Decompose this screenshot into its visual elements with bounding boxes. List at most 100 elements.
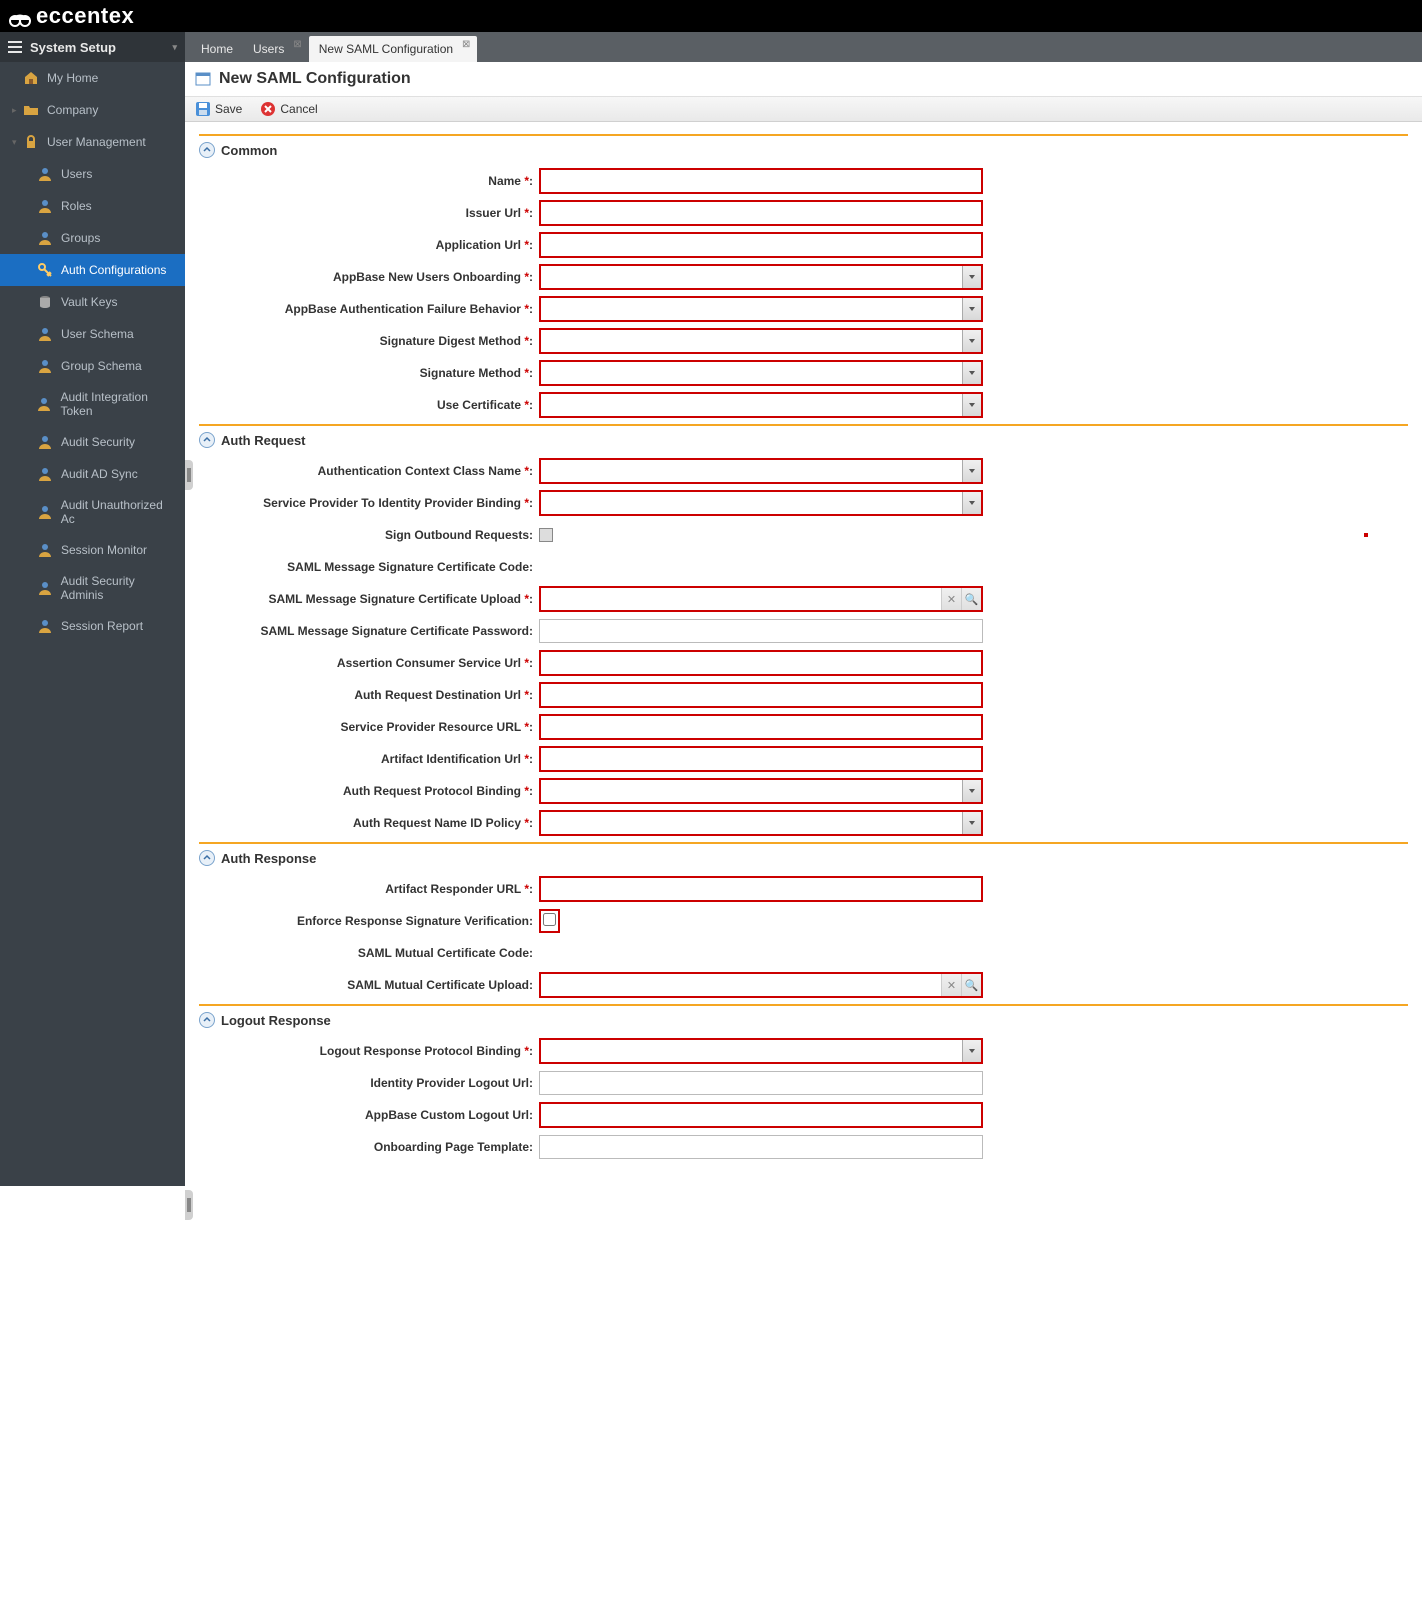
chevron-down-icon	[962, 492, 981, 514]
splitter-handle[interactable]	[185, 1190, 193, 1220]
cancel-button[interactable]: Cancel	[256, 99, 321, 119]
sidebar-item-session-monitor[interactable]: Session Monitor	[0, 534, 185, 566]
form-label: Issuer Url *:	[199, 206, 539, 220]
select-input[interactable]	[541, 298, 962, 320]
sidebar-item-groups[interactable]: Groups	[0, 222, 185, 254]
form-label: Service Provider Resource URL *:	[199, 720, 539, 734]
tree-toggle-icon: ▸	[12, 105, 20, 116]
form-label: Artifact Responder URL *:	[199, 882, 539, 896]
sidebar-item-label: Audit Integration Token	[60, 390, 175, 418]
tab-new-saml-configuration[interactable]: New SAML Configuration ⊠	[309, 36, 478, 62]
select-input[interactable]	[541, 780, 962, 802]
sidebar-item-label: My Home	[47, 71, 98, 85]
search-icon[interactable]: 🔍	[961, 588, 981, 610]
form-row: Artifact Identification Url *:	[199, 746, 1408, 772]
text-input[interactable]	[541, 1104, 981, 1126]
tab-home[interactable]: Home	[191, 36, 243, 62]
sidebar-item-session-report[interactable]: Session Report	[0, 610, 185, 642]
collapse-button[interactable]	[199, 432, 215, 448]
sidebar: System Setup ▾ My Home ▸Company▾User Mana…	[0, 32, 185, 1186]
select-input[interactable]	[541, 492, 962, 514]
text-input[interactable]	[541, 878, 981, 900]
form-row: SAML Mutual Certificate Code:	[199, 940, 1408, 966]
save-button[interactable]: Save	[191, 99, 246, 119]
folder-icon	[23, 102, 39, 118]
lock-icon	[23, 134, 39, 150]
sidebar-item-roles[interactable]: Roles	[0, 190, 185, 222]
collapse-button[interactable]	[199, 1012, 215, 1028]
text-input[interactable]	[541, 652, 981, 674]
form-row: AppBase Authentication Failure Behavior …	[199, 296, 1408, 322]
form-row: Application Url *:	[199, 232, 1408, 258]
clear-icon[interactable]: ✕	[941, 974, 961, 996]
upload-input[interactable]	[541, 974, 941, 996]
text-input[interactable]	[541, 170, 981, 192]
sidebar-item-audit-ad-sync[interactable]: Audit AD Sync	[0, 458, 185, 490]
select-input[interactable]	[541, 1040, 962, 1062]
text-input[interactable]	[540, 1072, 982, 1094]
main: HomeUsers⊠ New SAML Configuration ⊠ New SA…	[185, 32, 1422, 1186]
select-input[interactable]	[541, 362, 962, 384]
home-icon	[23, 70, 39, 86]
sidebar-item-user-management[interactable]: ▾User Management	[0, 126, 185, 158]
cancel-label: Cancel	[280, 102, 317, 116]
nav-list: My Home ▸Company▾User ManagementUsersRole…	[0, 62, 185, 642]
sidebar-header[interactable]: System Setup ▾	[0, 32, 185, 62]
text-input[interactable]	[541, 716, 981, 738]
form-row: SAML Message Signature Certificate Passw…	[199, 618, 1408, 644]
user-icon	[37, 326, 53, 342]
sidebar-item-audit-security[interactable]: Audit Security	[0, 426, 185, 458]
sidebar-item-company[interactable]: ▸Company	[0, 94, 185, 126]
select-input[interactable]	[541, 460, 962, 482]
section-auth-response: Auth ResponseArtifact Responder URL *:En…	[199, 842, 1408, 998]
sidebar-item-vault-keys[interactable]: Vault Keys	[0, 286, 185, 318]
text-input[interactable]	[540, 1136, 982, 1158]
tab-users[interactable]: Users⊠	[243, 36, 309, 62]
sidebar-item-audit-unauthorized-ac[interactable]: Audit Unauthorized Ac	[0, 490, 185, 534]
collapse-button[interactable]	[199, 850, 215, 866]
select-input[interactable]	[541, 330, 962, 352]
clear-icon[interactable]: ✕	[941, 588, 961, 610]
sidebar-item-my-home[interactable]: My Home	[0, 62, 185, 94]
text-input[interactable]	[541, 234, 981, 256]
save-icon	[195, 101, 211, 117]
section-title: Auth Request	[221, 433, 306, 448]
select-input[interactable]	[541, 266, 962, 288]
collapse-button[interactable]	[199, 142, 215, 158]
checkbox[interactable]	[539, 528, 553, 542]
checkbox[interactable]	[543, 913, 556, 926]
close-icon[interactable]: ⊠	[462, 39, 470, 50]
section-divider	[199, 1004, 1408, 1006]
sidebar-item-label: Groups	[61, 231, 100, 245]
select-input[interactable]	[541, 812, 962, 834]
sidebar-item-audit-security-adminis[interactable]: Audit Security Adminis	[0, 566, 185, 610]
form-label: Enforce Response Signature Verification:	[199, 914, 539, 928]
sidebar-item-audit-integration-token[interactable]: Audit Integration Token	[0, 382, 185, 426]
form-label: Sign Outbound Requests:	[199, 528, 539, 542]
form-row: Sign Outbound Requests:	[199, 522, 1408, 548]
splitter-handle[interactable]	[185, 460, 193, 490]
sidebar-item-users[interactable]: Users	[0, 158, 185, 190]
tab-label: New SAML Configuration	[319, 42, 453, 56]
sidebar-item-group-schema[interactable]: Group Schema	[0, 350, 185, 382]
hamburger-icon	[8, 41, 22, 53]
window-icon	[195, 71, 211, 87]
user-icon	[37, 504, 53, 520]
text-input[interactable]	[541, 202, 981, 224]
sidebar-item-auth-configurations[interactable]: Auth Configurations	[0, 254, 185, 286]
text-input[interactable]	[540, 620, 982, 642]
select-input[interactable]	[541, 394, 962, 416]
form-row: AppBase Custom Logout Url:	[199, 1102, 1408, 1128]
chevron-down-icon	[962, 298, 981, 320]
user-icon	[37, 434, 53, 450]
sidebar-item-user-schema[interactable]: User Schema	[0, 318, 185, 350]
search-icon[interactable]: 🔍	[961, 974, 981, 996]
close-icon[interactable]: ⊠	[293, 39, 301, 50]
text-input[interactable]	[541, 748, 981, 770]
upload-input[interactable]	[541, 588, 941, 610]
text-input[interactable]	[541, 684, 981, 706]
user-icon	[36, 396, 52, 412]
indicator-dot	[1364, 533, 1368, 537]
form-row: Authentication Context Class Name *:	[199, 458, 1408, 484]
user-icon	[37, 466, 53, 482]
